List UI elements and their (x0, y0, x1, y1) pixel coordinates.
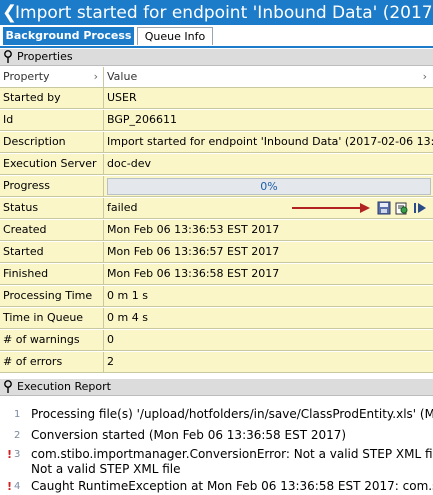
property-key: Processing Time (0, 286, 104, 306)
property-key: Created (0, 220, 104, 240)
log-text: Caught RuntimeException at Mon Feb 06 13… (31, 479, 433, 493)
progress-text: 0% (260, 180, 278, 193)
title-bar: ❮ Import started for endpoint 'Inbound D… (0, 0, 433, 25)
property-row-created: Created Mon Feb 06 13:36:53 EST 2017 (0, 220, 433, 241)
property-value: doc-dev (104, 154, 433, 174)
log-line: Not a valid STEP XML file (0, 461, 433, 478)
red-arrow-annotation (292, 203, 370, 213)
property-row-id: Id BGP_206611 (0, 110, 433, 131)
log-line: 2 Conversion started (Mon Feb 06 13:36:5… (0, 427, 433, 444)
property-row-status: Status failed (0, 198, 433, 219)
window-title: Import started for endpoint 'Inbound Dat… (15, 3, 433, 23)
properties-section-header[interactable]: Properties (0, 49, 433, 66)
property-value: Mon Feb 06 13:36:53 EST 2017 (104, 220, 433, 240)
property-row-processing-time: Processing Time 0 m 1 s (0, 286, 433, 307)
line-number: 2 (14, 430, 21, 441)
property-row-finished: Finished Mon Feb 06 13:36:58 EST 2017 (0, 264, 433, 285)
property-key: Description (0, 132, 104, 152)
property-key: Started by (0, 88, 104, 108)
property-key: Progress (0, 176, 104, 196)
property-key: # of warnings (0, 330, 104, 350)
step-forward-icon[interactable] (413, 201, 427, 215)
pin-icon[interactable] (3, 379, 13, 395)
property-row-execution-server: Execution Server doc-dev (0, 154, 433, 175)
property-key: Started (0, 242, 104, 262)
properties-header-row: Property › Value › (0, 67, 433, 88)
property-key: Execution Server (0, 154, 104, 174)
chevron-right-icon: › (422, 70, 427, 83)
property-row-description: Description Import started for endpoint … (0, 132, 433, 153)
property-key: Status (0, 198, 104, 218)
progress-bar: 0% (107, 178, 431, 195)
property-value: Mon Feb 06 13:36:58 EST 2017 (104, 264, 433, 284)
property-value: 0 m 1 s (104, 286, 433, 306)
line-number: 1 (14, 409, 21, 420)
property-row-time-in-queue: Time in Queue 0 m 4 s (0, 308, 433, 329)
log-line: 1 Processing file(s) '/upload/hotfolders… (0, 406, 433, 423)
property-value: Mon Feb 06 13:36:57 EST 2017 (104, 242, 433, 262)
log-line-error: ! 4 Caught RuntimeException at Mon Feb 0… (0, 478, 433, 495)
chevron-right-icon: › (93, 70, 98, 83)
property-value: 0 m 4 s (104, 308, 433, 328)
line-number: 4 (14, 481, 21, 492)
error-marker-icon: ! (7, 480, 13, 493)
log-text: Conversion started (Mon Feb 06 13:36:58 … (31, 428, 347, 442)
property-value: Import started for endpoint 'Inbound Dat… (104, 132, 433, 152)
print-preview-icon[interactable] (395, 201, 409, 215)
property-row-started-by: Started by USER (0, 88, 433, 109)
log-text: Not a valid STEP XML file (31, 462, 181, 476)
property-row-errors: # of errors 2 (0, 352, 433, 373)
property-key: Time in Queue (0, 308, 104, 328)
property-value: 0 (104, 330, 433, 350)
property-row-started: Started Mon Feb 06 13:36:57 EST 2017 (0, 242, 433, 263)
property-value: 2 (104, 352, 433, 372)
tab-queue-info[interactable]: Queue Info (137, 27, 213, 45)
tab-bar: Background Process Queue Info (0, 25, 433, 48)
property-row-progress: Progress 0% (0, 176, 433, 197)
column-header-property[interactable]: Property › (0, 67, 104, 87)
property-key: # of errors (0, 352, 104, 372)
column-header-value[interactable]: Value › (104, 67, 433, 87)
tab-background-process[interactable]: Background Process (3, 27, 134, 45)
property-key: Finished (0, 264, 104, 284)
property-row-warnings: # of warnings 0 (0, 330, 433, 351)
execution-report-section-header[interactable]: Execution Report (0, 379, 433, 396)
execution-report-section-label: Execution Report (17, 380, 111, 393)
property-value: BGP_206611 (104, 110, 433, 130)
property-key: Id (0, 110, 104, 130)
save-icon[interactable] (377, 201, 391, 215)
log-text: Processing file(s) '/upload/hotfolders/i… (31, 407, 433, 421)
properties-section-label: Properties (17, 50, 73, 63)
status-icons (377, 201, 429, 216)
pin-icon[interactable] (3, 49, 13, 65)
property-value: USER (104, 88, 433, 108)
